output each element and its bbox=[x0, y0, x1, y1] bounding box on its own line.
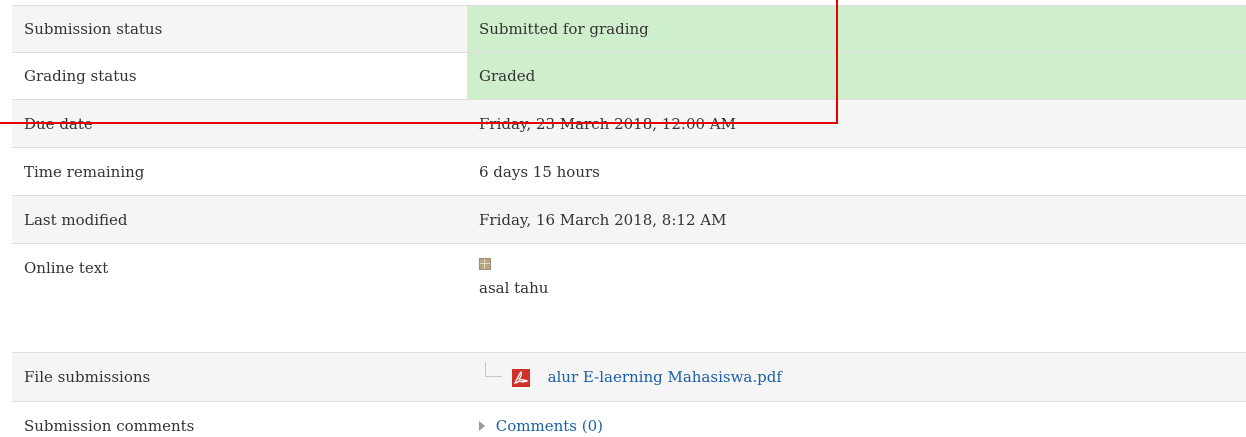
row-label: File submissions bbox=[12, 352, 467, 402]
time-remaining-value: 6 days 15 hours bbox=[467, 147, 1246, 196]
table-row: File submissions alur E-laerning Mahasis… bbox=[12, 352, 1246, 402]
table-row: Submission status Submitted for grading bbox=[12, 5, 1246, 53]
due-date-value: Friday, 23 March 2018, 12:00 AM bbox=[467, 99, 1246, 148]
table-row: Online text asal tahu bbox=[12, 243, 1246, 353]
submission-status-value: Submitted for grading bbox=[467, 5, 1246, 53]
pdf-file-icon[interactable] bbox=[511, 368, 531, 388]
submission-status-table: Submission status Submitted for grading … bbox=[12, 5, 1246, 437]
expand-triangle-icon[interactable] bbox=[479, 421, 485, 431]
row-label: Online text bbox=[12, 243, 467, 353]
text-document-icon[interactable] bbox=[479, 258, 491, 270]
table-row: Grading status Graded bbox=[12, 52, 1246, 100]
row-label: Time remaining bbox=[12, 147, 467, 196]
table-row: Submission comments Comments (0) bbox=[12, 401, 1246, 437]
table-row: Due date Friday, 23 March 2018, 12:00 AM bbox=[12, 99, 1246, 148]
file-submissions-cell: alur E-laerning Mahasiswa.pdf bbox=[467, 352, 1246, 402]
table-row: Last modified Friday, 16 March 2018, 8:1… bbox=[12, 195, 1246, 244]
row-label: Grading status bbox=[12, 52, 467, 100]
table-row: Time remaining 6 days 15 hours bbox=[12, 147, 1246, 196]
row-label: Last modified bbox=[12, 195, 467, 244]
online-text-icon-line bbox=[479, 258, 1246, 278]
last-modified-value: Friday, 16 March 2018, 8:12 AM bbox=[467, 195, 1246, 244]
online-text-value: asal tahu bbox=[479, 279, 549, 297]
row-label: Submission comments bbox=[12, 401, 467, 437]
tree-connector bbox=[485, 362, 502, 377]
row-label: Submission status bbox=[12, 5, 467, 53]
grading-status-value: Graded bbox=[467, 52, 1246, 100]
online-text-cell: asal tahu bbox=[467, 243, 1246, 353]
submission-comments-cell: Comments (0) bbox=[467, 401, 1246, 437]
row-label: Due date bbox=[12, 99, 467, 148]
submission-status-panel: Submission status Submitted for grading … bbox=[0, 0, 1246, 437]
comments-link[interactable]: Comments (0) bbox=[496, 417, 603, 435]
file-link[interactable]: alur E-laerning Mahasiswa.pdf bbox=[548, 368, 782, 386]
